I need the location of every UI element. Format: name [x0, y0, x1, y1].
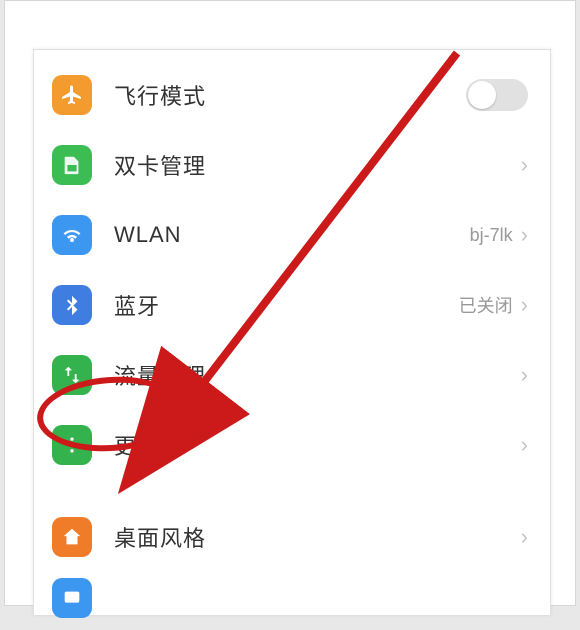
- display-icon: [52, 578, 92, 618]
- wifi-icon: [52, 215, 92, 255]
- airplane-toggle[interactable]: [466, 79, 528, 111]
- row-airplane[interactable]: 飞行模式: [34, 60, 550, 130]
- homestyle-label: 桌面风格: [114, 521, 521, 553]
- row-more[interactable]: 更多 ›: [34, 410, 550, 480]
- chevron-right-icon: ›: [521, 364, 528, 386]
- row-display[interactable]: [34, 572, 550, 630]
- more-icon: [52, 425, 92, 465]
- chevron-right-icon: ›: [521, 154, 528, 176]
- airplane-icon: [52, 75, 92, 115]
- row-homestyle[interactable]: 桌面风格 ›: [34, 502, 550, 572]
- airplane-label: 飞行模式: [114, 79, 466, 111]
- bluetooth-label: 蓝牙: [114, 289, 459, 321]
- chevron-right-icon: ›: [521, 434, 528, 456]
- row-bluetooth[interactable]: 蓝牙 已关闭 ›: [34, 270, 550, 340]
- wlan-label: WLAN: [114, 222, 470, 248]
- wlan-value: bj-7lk: [470, 225, 513, 246]
- settings-panel: 飞行模式 双卡管理 › WLAN bj-7lk › 蓝牙 已关闭: [33, 49, 551, 615]
- row-wlan[interactable]: WLAN bj-7lk ›: [34, 200, 550, 270]
- chevron-right-icon: ›: [521, 224, 528, 246]
- chevron-right-icon: ›: [521, 526, 528, 548]
- sim-icon: [52, 145, 92, 185]
- bluetooth-icon: [52, 285, 92, 325]
- row-dualsim[interactable]: 双卡管理 ›: [34, 130, 550, 200]
- traffic-icon: [52, 355, 92, 395]
- dualsim-label: 双卡管理: [114, 149, 521, 181]
- section-divider: [34, 480, 550, 502]
- home-icon: [52, 517, 92, 557]
- more-label: 更多: [114, 429, 521, 461]
- bluetooth-value: 已关闭: [459, 292, 513, 318]
- row-traffic[interactable]: 流量管理 ›: [34, 340, 550, 410]
- chevron-right-icon: ›: [521, 294, 528, 316]
- traffic-label: 流量管理: [114, 359, 521, 391]
